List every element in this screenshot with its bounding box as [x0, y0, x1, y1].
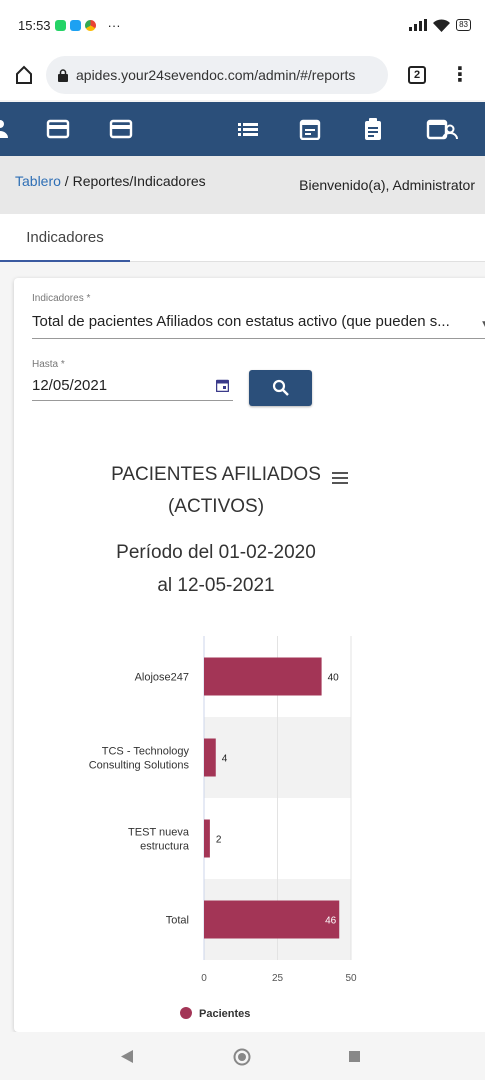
signal-icon	[409, 19, 428, 31]
chevron-down-icon[interactable]: ▼	[480, 319, 485, 330]
bar-chart: Alojose247 40TCS - TechnologyConsulting S…	[89, 636, 357, 1020]
category-label: TEST nueva	[128, 827, 190, 839]
home-button[interactable]	[10, 61, 38, 89]
breadcrumb-current: / Reportes/Indicadores	[60, 173, 206, 189]
tab-indicadores[interactable]: Indicadores	[0, 214, 130, 262]
chart-title-line-2: (ACTIVOS)	[167, 496, 265, 517]
category-label: Total	[166, 915, 189, 927]
legend-marker	[180, 1007, 192, 1019]
url-text: apides.your24sevendoc.com/admin/#/report…	[76, 67, 356, 83]
chart-menu-icon[interactable]	[332, 471, 348, 485]
category-label: TCS - Technology	[102, 746, 190, 758]
home-icon	[16, 65, 32, 84]
browser-menu-icon[interactable]: ⋮	[450, 65, 470, 85]
report-card: Indicadores * Total de pacientes Afiliad…	[14, 278, 485, 1032]
breadcrumb: Tablero / Reportes/Indicadores	[15, 173, 206, 189]
date-label: Hasta *	[32, 359, 65, 370]
recents-icon[interactable]	[349, 1051, 360, 1062]
data-label: 4	[222, 754, 228, 765]
tab-strip: Indicadores	[0, 214, 485, 262]
home-circle-icon[interactable]	[233, 1048, 251, 1066]
back-icon[interactable]	[121, 1050, 133, 1063]
clock: 15:53	[18, 17, 51, 33]
clipboard-icon[interactable]	[361, 118, 385, 140]
status-left: 15:53 ···	[18, 18, 121, 33]
breadcrumb-bar: Tablero / Reportes/Indicadores Bienvenid…	[0, 156, 485, 214]
bar	[204, 819, 210, 858]
breadcrumb-link-tablero[interactable]: Tablero	[15, 173, 61, 189]
welcome-text: Bienvenido(a), Administrator	[299, 177, 475, 193]
chart-subtitle-line-2: al 12-05-2021	[157, 575, 275, 596]
patient-schedule-icon[interactable]	[426, 118, 458, 140]
address-bar[interactable]: apides.your24sevendoc.com/admin/#/report…	[46, 56, 388, 94]
date-input[interactable]: 12/05/2021	[32, 377, 233, 401]
chrome-icon	[84, 19, 96, 31]
x-tick-label: 25	[272, 973, 284, 984]
search-button[interactable]	[249, 370, 312, 406]
search-icon	[272, 379, 289, 396]
battery-icon: 83	[456, 19, 471, 31]
bar	[204, 900, 340, 939]
status-right: 83	[409, 18, 471, 32]
category-label: estructura	[140, 841, 190, 853]
tab-switcher-button[interactable]: 2	[408, 66, 426, 84]
card-icon[interactable]	[46, 118, 70, 140]
list-icon[interactable]	[236, 118, 260, 140]
data-label: 2	[216, 835, 222, 846]
app-nav-bar	[0, 102, 485, 156]
more-notifications-icon: ···	[107, 17, 121, 33]
system-nav-bar	[0, 1032, 485, 1080]
wifi-icon	[433, 18, 451, 32]
category-label: Alojose247	[135, 672, 189, 684]
payment-card-icon[interactable]	[109, 118, 133, 140]
user-icon[interactable]	[0, 118, 12, 140]
bar	[204, 738, 216, 777]
chart-title-line-1: PACIENTES AFILIADOS	[111, 464, 321, 485]
bar	[204, 657, 322, 696]
lock-icon	[58, 68, 68, 82]
x-tick-label: 0	[201, 973, 207, 984]
x-tick-label: 50	[345, 973, 357, 984]
calendar-picker-icon[interactable]	[216, 379, 229, 392]
chart-subtitle-line-1: Período del 01-02-2020	[116, 542, 316, 563]
indicator-select[interactable]: Total de pacientes Afiliados con estatus…	[32, 313, 485, 339]
data-label: 40	[328, 673, 340, 684]
data-label: 46	[325, 916, 337, 927]
indicator-label: Indicadores *	[32, 293, 91, 304]
browser-toolbar: apides.your24sevendoc.com/admin/#/report…	[0, 50, 485, 100]
calendar-icon[interactable]	[298, 118, 322, 140]
status-bar: 15:53 ··· 83	[0, 0, 485, 50]
category-label: Consulting Solutions	[89, 760, 190, 772]
legend-label: Pacientes	[199, 1008, 250, 1020]
twitter-icon	[69, 19, 81, 31]
whatsapp-icon	[54, 19, 66, 31]
